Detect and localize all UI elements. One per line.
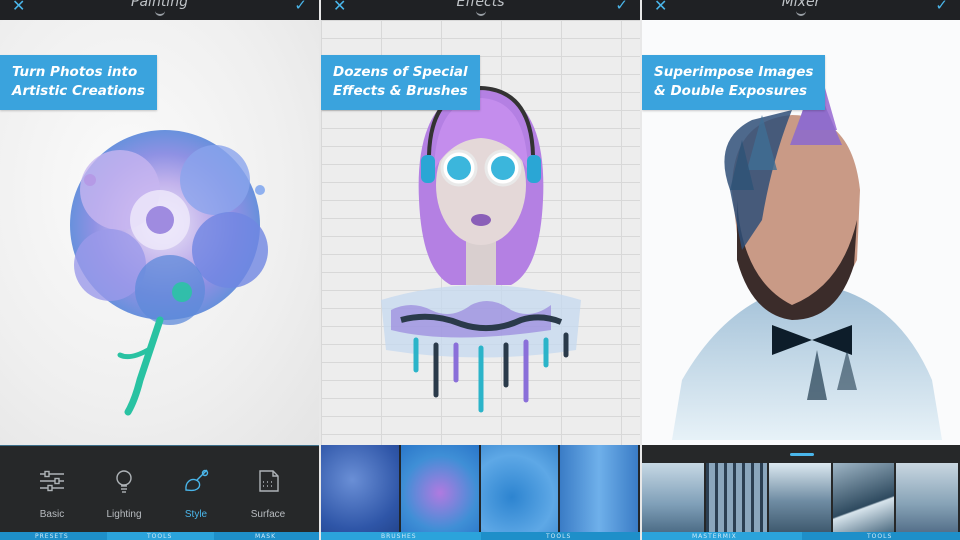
checkmark-icon[interactable]: ✓ [294, 0, 307, 14]
canvas-icon [259, 470, 279, 492]
feature-caption: Superimpose Images & Double Exposures [642, 55, 826, 110]
tool-label: Style [184, 509, 208, 520]
tab-tools[interactable]: TOOLS [147, 533, 172, 540]
feature-caption: Dozens of Special Effects & Brushes [321, 55, 480, 110]
photo-thumbnail[interactable] [832, 463, 897, 532]
tool-label: Basic [39, 509, 65, 520]
checkmark-icon[interactable]: ✓ [615, 0, 628, 14]
canvas-area: Superimpose Images & Double Exposures [642, 20, 960, 445]
bottom-tabs: MASTERMIX TOOLS [642, 532, 960, 540]
photo-strip [642, 445, 960, 532]
canvas-area: Dozens of Special Effects & Brushes [321, 20, 640, 445]
tab-tools[interactable]: TOOLS [546, 533, 571, 540]
canvas-area: Turn Photos into Artistic Creations [0, 20, 319, 445]
photo-thumbnail[interactable] [705, 463, 770, 532]
tab-tools[interactable]: TOOLS [867, 533, 892, 540]
tool-label: Surface [250, 509, 286, 520]
mixer-panel: ✕ Mixer ✓ Superimpose Images & Double Ex… [642, 0, 960, 540]
tool-basic[interactable]: Basic [17, 468, 87, 521]
chevron-down-icon[interactable] [154, 10, 165, 16]
brush-thumbnail[interactable] [400, 445, 481, 532]
photo-thumbnail[interactable] [896, 463, 960, 532]
photo-thumbnail[interactable] [769, 463, 833, 532]
brush-thumbnail[interactable] [480, 445, 561, 532]
top-bar: ✕ Effects ✓ [321, 0, 640, 20]
tool-bar: Basic Lighting Style Surface [0, 445, 319, 532]
tool-surface[interactable]: Surface [233, 468, 303, 521]
tab-mastermix[interactable]: MASTERMIX [692, 533, 737, 540]
top-bar: ✕ Painting ✓ [0, 0, 319, 20]
top-bar: ✕ Mixer ✓ [642, 0, 960, 20]
drag-handle[interactable] [790, 453, 814, 456]
feature-caption: Turn Photos into Artistic Creations [0, 55, 157, 110]
tab-presets[interactable]: PRESETS [35, 533, 69, 540]
bulb-icon [116, 470, 132, 493]
effects-panel: ✕ Effects ✓ Dozens of Special Effects & … [321, 0, 640, 540]
brush-thumbnail[interactable] [321, 445, 401, 532]
screen-title: Mixer [781, 0, 821, 10]
brush-thumbnails [321, 445, 640, 532]
tool-style[interactable]: Style [161, 468, 231, 521]
bottom-tabs: BRUSHES TOOLS [321, 532, 640, 540]
painting-panel: ✕ Painting ✓ Turn Photos into Artistic C… [0, 0, 319, 540]
tool-lighting[interactable]: Lighting [89, 468, 159, 521]
chevron-down-icon[interactable] [796, 10, 806, 16]
tool-label: Lighting [106, 509, 142, 520]
tab-brushes[interactable]: BRUSHES [381, 533, 417, 540]
screen-title: Painting [131, 0, 188, 10]
bottom-tabs: PRESETS TOOLS MASK [0, 532, 319, 540]
photo-thumbnail[interactable] [642, 463, 706, 532]
sliders-icon [40, 470, 64, 492]
brush-thumbnail[interactable] [560, 445, 640, 532]
brush-icon [185, 469, 209, 492]
screen-title: Effects [456, 0, 505, 10]
tab-mask[interactable]: MASK [255, 533, 276, 540]
chevron-down-icon[interactable] [475, 10, 486, 16]
checkmark-icon[interactable]: ✓ [935, 0, 948, 14]
